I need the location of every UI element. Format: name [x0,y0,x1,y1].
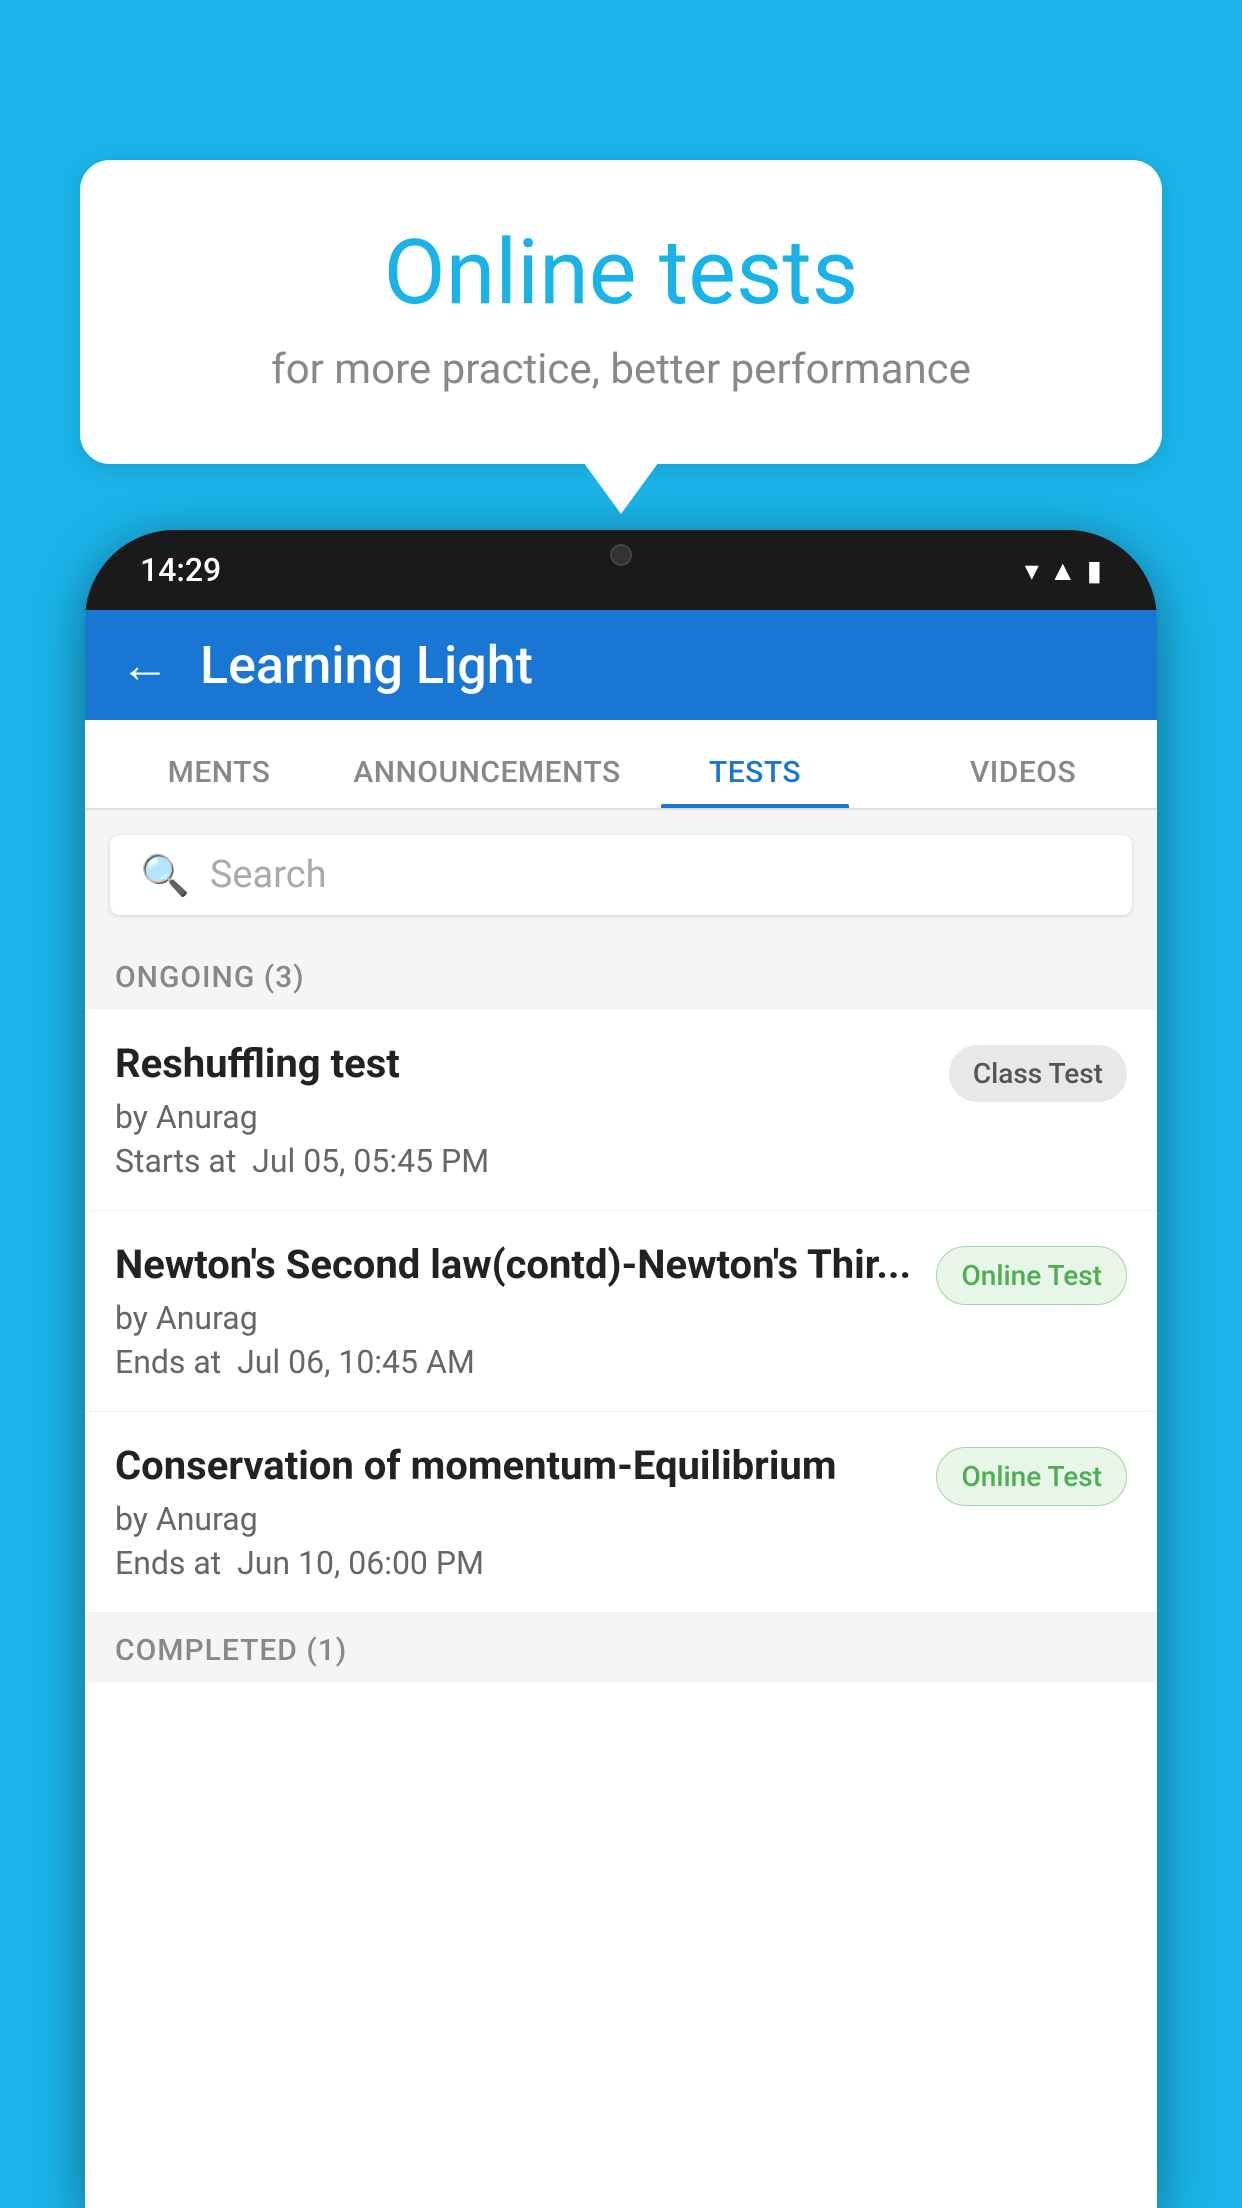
camera [610,544,632,566]
completed-section-label: COMPLETED (1) [85,1613,1157,1683]
test-list: Reshuffling test by Anurag Starts at Jul… [85,1010,1157,1613]
ongoing-section-label: ONGOING (3) [85,940,1157,1010]
speech-bubble: Online tests for more practice, better p… [80,160,1162,464]
test-info-3: Conservation of momentum-Equilibrium by … [115,1442,936,1582]
test-badge-2: Online Test [936,1246,1127,1305]
test-name-2: Newton's Second law(contd)-Newton's Thir… [115,1241,916,1289]
test-author-2: by Anurag [115,1299,916,1337]
test-time-3: Ends at Jun 10, 06:00 PM [115,1544,916,1582]
app-content: ← Learning Light MENTS ANNOUNCEMENTS TES… [85,610,1157,2208]
search-box[interactable]: 🔍 Search [110,835,1132,915]
test-badge-1: Class Test [949,1045,1127,1102]
battery-icon: ▮ [1087,554,1102,587]
tab-announcements[interactable]: ANNOUNCEMENTS [353,755,621,808]
app-header: ← Learning Light [85,610,1157,720]
tab-videos[interactable]: VIDEOS [889,755,1157,808]
status-icons: ▾ ▲ ▮ [1025,554,1102,587]
test-name-1: Reshuffling test [115,1040,929,1088]
back-button[interactable]: ← [120,636,170,695]
test-time-2: Ends at Jul 06, 10:45 AM [115,1343,916,1381]
tabs-bar: MENTS ANNOUNCEMENTS TESTS VIDEOS [85,720,1157,810]
status-bar: 14:29 ▾ ▲ ▮ [85,530,1157,610]
search-icon: 🔍 [140,852,190,899]
test-badge-3: Online Test [936,1447,1127,1506]
test-author-3: by Anurag [115,1500,916,1538]
phone-notch [561,530,681,580]
phone-frame: 14:29 ▾ ▲ ▮ ← Learning Light MENTS ANNOU… [85,530,1157,2208]
test-time-1: Starts at Jul 05, 05:45 PM [115,1142,929,1180]
test-info-1: Reshuffling test by Anurag Starts at Jul… [115,1040,949,1180]
app-title: Learning Light [200,635,533,696]
search-container: 🔍 Search [85,810,1157,940]
test-info-2: Newton's Second law(contd)-Newton's Thir… [115,1241,936,1381]
bubble-subtitle: for more practice, better performance [160,345,1082,394]
wifi-icon: ▾ [1025,554,1039,587]
signal-icon: ▲ [1049,554,1077,587]
bubble-title: Online tests [160,220,1082,325]
test-item-2[interactable]: Newton's Second law(contd)-Newton's Thir… [85,1211,1157,1412]
search-input[interactable]: Search [210,853,327,897]
test-item-3[interactable]: Conservation of momentum-Equilibrium by … [85,1412,1157,1613]
test-name-3: Conservation of momentum-Equilibrium [115,1442,916,1490]
test-author-1: by Anurag [115,1098,929,1136]
tab-tests[interactable]: TESTS [621,755,889,808]
tab-assignments[interactable]: MENTS [85,755,353,808]
phone-time: 14:29 [140,551,221,589]
test-item-1[interactable]: Reshuffling test by Anurag Starts at Jul… [85,1010,1157,1211]
